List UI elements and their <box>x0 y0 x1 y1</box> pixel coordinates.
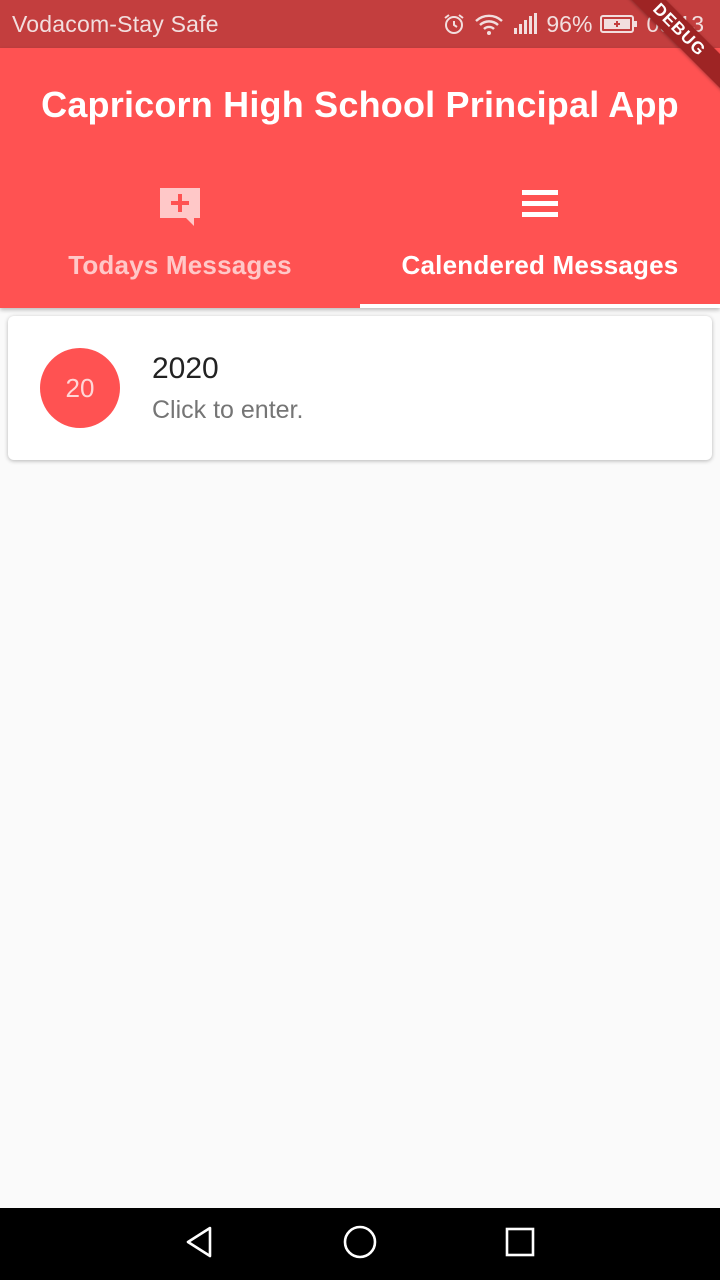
tab-calendered-messages[interactable]: Calendered Messages <box>360 160 720 308</box>
tab-indicator <box>360 304 720 308</box>
tab-label: Todays Messages <box>68 250 292 280</box>
alarm-icon <box>442 12 466 36</box>
home-button[interactable] <box>320 1208 400 1280</box>
carrier-name: Vodacom-Stay Safe <box>12 10 219 37</box>
list-item[interactable]: 20 2020 Click to enter. <box>8 316 712 460</box>
wifi-icon <box>474 12 504 36</box>
navigation-bar <box>0 1208 720 1280</box>
signal-icon <box>512 12 538 36</box>
list-item-title: 2020 <box>152 352 219 385</box>
back-button[interactable] <box>160 1208 240 1280</box>
app-bar: Capricorn High School Principal App Toda… <box>0 48 720 308</box>
menu-icon <box>520 186 560 227</box>
recents-button[interactable] <box>480 1208 560 1280</box>
battery-percent: 96% <box>546 10 593 37</box>
home-icon <box>342 1224 378 1265</box>
recents-icon <box>504 1226 536 1263</box>
app-title: Capricorn High School Principal App <box>41 84 679 125</box>
back-icon <box>183 1225 217 1264</box>
avatar: 20 <box>40 348 120 428</box>
tab-todays-messages[interactable]: Todays Messages <box>0 160 360 308</box>
add-comment-icon <box>158 186 202 233</box>
status-bar: Vodacom-Stay Safe 96% 09:13 <box>0 0 720 48</box>
tab-label: Calendered Messages <box>401 250 679 280</box>
battery-icon <box>600 14 638 34</box>
tab-bar: Todays Messages Calendered Messages <box>0 160 720 308</box>
list-item-subtitle: Click to enter. <box>152 396 304 424</box>
